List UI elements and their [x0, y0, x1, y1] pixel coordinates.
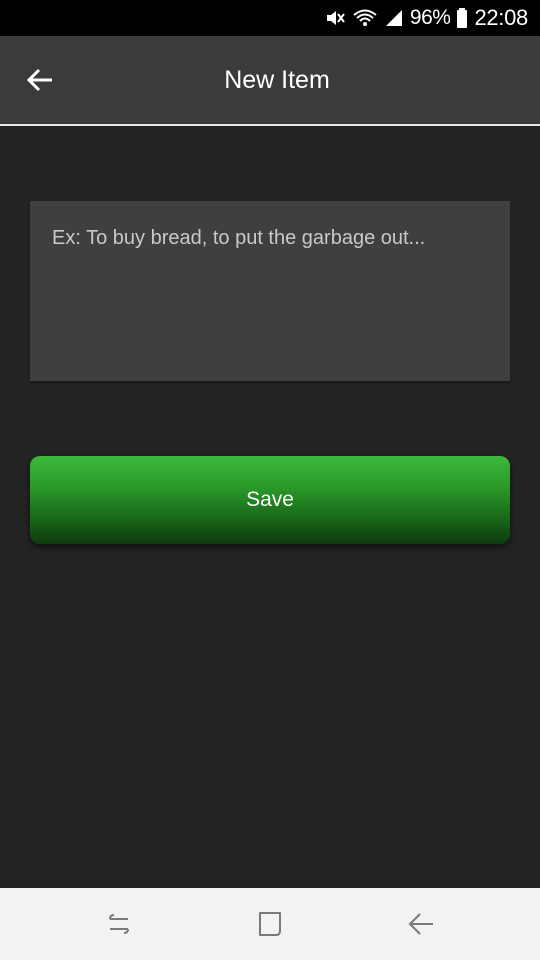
signal-icon [384, 8, 404, 28]
battery-icon [456, 7, 468, 29]
item-input-container [30, 201, 510, 381]
page-title: New Item [224, 66, 330, 94]
screen: 96% 22:08 New Item Save [0, 0, 540, 960]
status-time: 22:08 [474, 5, 528, 30]
battery-percent: 96% [409, 6, 451, 29]
mute-icon [324, 7, 346, 29]
back-icon [408, 913, 433, 935]
app-bar: New Item [0, 36, 540, 126]
home-button[interactable] [252, 906, 288, 942]
recent-apps-icon [109, 914, 129, 934]
home-icon [259, 912, 281, 936]
recent-apps-button[interactable] [101, 906, 137, 942]
navigation-bar [0, 888, 540, 960]
item-text-input[interactable] [52, 227, 488, 355]
wifi-icon [352, 7, 378, 29]
save-button-label: Save [246, 488, 294, 511]
save-button[interactable]: Save [30, 456, 510, 544]
system-back-button[interactable] [403, 906, 439, 942]
status-bar: 96% 22:08 [0, 0, 540, 36]
